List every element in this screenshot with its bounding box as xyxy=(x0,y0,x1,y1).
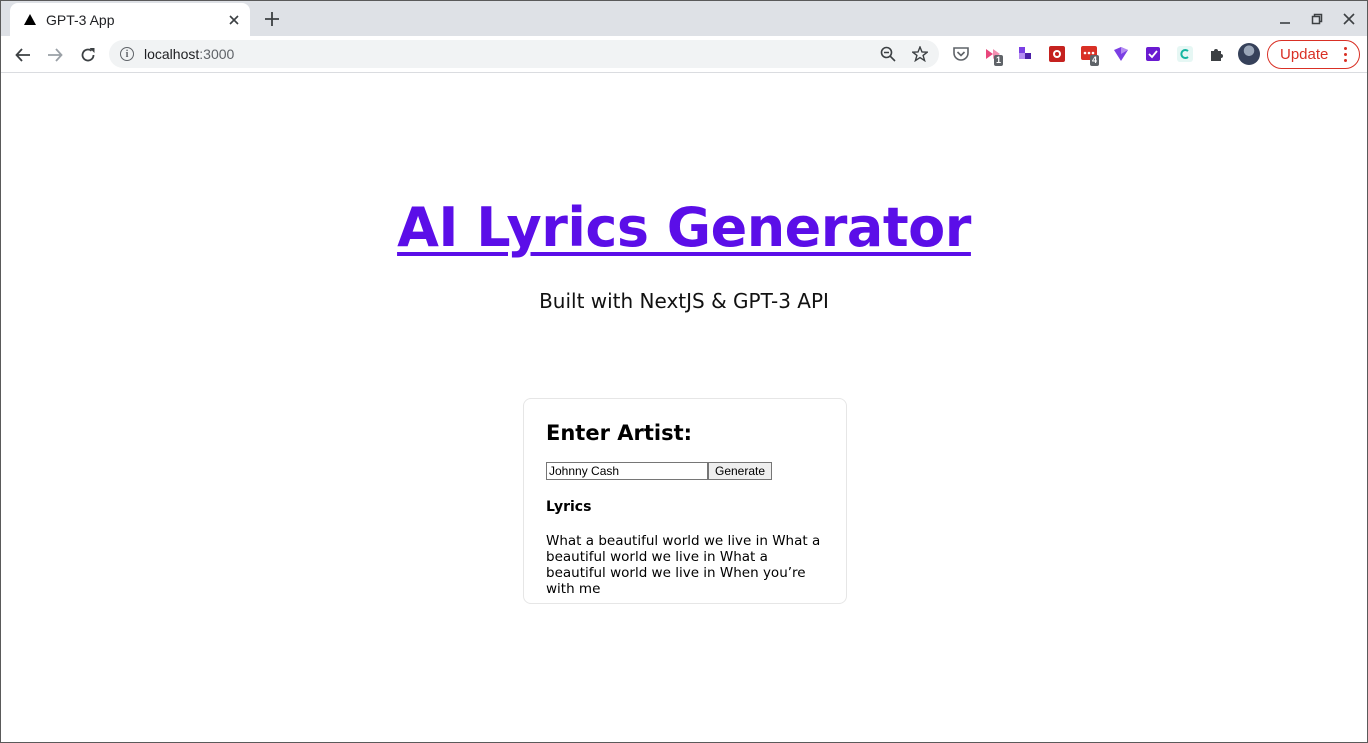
update-label: Update xyxy=(1280,46,1329,63)
generator-card: Enter Artist: Generate Lyrics What a bea… xyxy=(523,398,847,604)
back-icon[interactable] xyxy=(9,41,37,69)
minimize-icon[interactable] xyxy=(1275,9,1295,29)
reload-icon[interactable] xyxy=(74,41,102,69)
extension-7-icon[interactable] xyxy=(1176,45,1194,63)
lyrics-text: What a beautiful world we live in What a… xyxy=(546,533,821,597)
artist-form: Generate xyxy=(546,462,824,480)
new-tab-icon[interactable] xyxy=(261,8,283,30)
url-host: localhost xyxy=(144,46,200,62)
tab-strip: GPT-3 App xyxy=(1,1,1367,36)
address-bar[interactable]: i localhost:3000 xyxy=(109,40,939,68)
artist-input[interactable] xyxy=(546,462,708,480)
url-text: localhost:3000 xyxy=(144,46,234,62)
update-button[interactable]: Update xyxy=(1267,40,1360,69)
site-info-icon[interactable]: i xyxy=(120,47,134,61)
extension-5-icon[interactable] xyxy=(1112,45,1130,63)
window-close-icon[interactable] xyxy=(1339,9,1359,29)
menu-dots-icon[interactable] xyxy=(1344,47,1348,62)
tab-title: GPT-3 App xyxy=(46,11,115,28)
tab-close-icon[interactable] xyxy=(224,10,244,30)
page-title: AI Lyrics Generator xyxy=(1,196,1367,259)
forward-icon[interactable] xyxy=(41,41,69,69)
extension-6-icon[interactable] xyxy=(1144,45,1162,63)
extension-4-icon[interactable]: 4 xyxy=(1080,45,1100,66)
extension-1-badge: 1 xyxy=(994,55,1004,66)
url-port: :3000 xyxy=(199,46,235,62)
restore-icon[interactable] xyxy=(1307,9,1327,29)
pocket-icon[interactable] xyxy=(952,45,970,63)
vercel-triangle-icon xyxy=(23,13,37,27)
profile-avatar[interactable] xyxy=(1238,43,1260,65)
extension-4-badge: 4 xyxy=(1090,55,1100,66)
bookmark-star-icon[interactable] xyxy=(911,45,929,63)
title-link[interactable]: AI Lyrics Generator xyxy=(397,196,971,259)
browser-toolbar: i localhost:3000 1 4 Update xyxy=(1,36,1367,73)
lyrics-heading: Lyrics xyxy=(546,499,592,515)
extension-1-icon[interactable]: 1 xyxy=(984,45,1004,66)
extension-2-icon[interactable] xyxy=(1016,45,1034,63)
artist-heading: Enter Artist: xyxy=(546,421,693,445)
generate-button[interactable]: Generate xyxy=(708,462,773,480)
zoom-icon[interactable] xyxy=(879,45,897,63)
extension-3-icon[interactable] xyxy=(1048,45,1066,63)
extensions-puzzle-icon[interactable] xyxy=(1208,45,1226,63)
page-content: AI Lyrics Generator Built with NextJS & … xyxy=(1,74,1367,742)
page-subtitle: Built with NextJS & GPT-3 API xyxy=(539,289,829,313)
tab-active[interactable]: GPT-3 App xyxy=(10,3,250,36)
